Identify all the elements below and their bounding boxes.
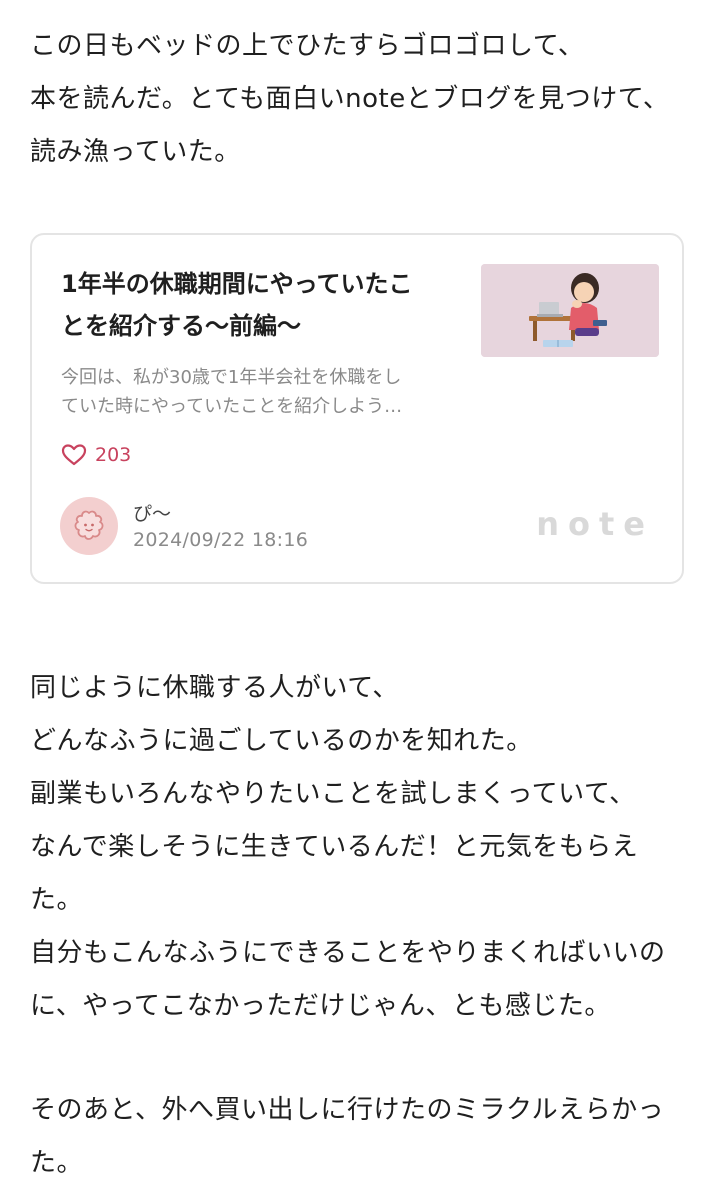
text-line: どんなふうに過ごしているのかを知れた。 xyxy=(30,726,533,756)
card-title-line: とを紹介する〜前編〜 xyxy=(61,312,301,340)
like-counter[interactable]: 203 xyxy=(61,440,131,470)
body-paragraph-2: 同じように休職する人がいて、 どんなふうに過ごしているのかを知れた。 副業もいろ… xyxy=(30,662,665,1033)
note-link-card[interactable]: 1年半の休職期間にやっていたこ とを紹介する〜前編〜 今回は、私が30歳で1年半… xyxy=(30,233,684,584)
card-excerpt-line: ていた時にやっていたことを紹介しよう… xyxy=(61,396,403,417)
text-line: 自分もこんなふうにできることをやりまくればいいの xyxy=(30,938,666,968)
text-line: 読み漁っていた。 xyxy=(30,137,241,167)
card-excerpt-line: 今回は、私が30歳で1年半会社を休職をし xyxy=(61,367,402,388)
text-line: なんで楽しそうに生きているんだ！と元気をもらえ xyxy=(30,832,639,862)
text-line: た。 xyxy=(30,885,84,915)
heart-outline-icon[interactable] xyxy=(61,443,87,467)
text-line: に、やってこなかっただけじゃん、とも感じた。 xyxy=(30,991,611,1021)
body-paragraph-1: この日もベッドの上でひたすらゴロゴロして、 本を読んだ。とても面白いnoteとブ… xyxy=(30,20,669,179)
card-title[interactable]: 1年半の休職期間にやっていたこ とを紹介する〜前編〜 xyxy=(61,263,461,347)
flower-avatar-icon xyxy=(74,510,104,540)
author-name[interactable]: ぴ〜 xyxy=(133,499,171,526)
text-line: 同じように休職する人がいて、 xyxy=(30,673,399,703)
like-count: 203 xyxy=(95,444,132,466)
card-excerpt: 今回は、私が30歳で1年半会社を休職をし ていた時にやっていたことを紹介しよう… xyxy=(61,363,461,421)
body-paragraph-3: そのあと、外へ買い出しに行けたのミラクルえらかっ た。 xyxy=(30,1084,664,1190)
author-avatar[interactable] xyxy=(60,497,118,555)
text-line: た。 xyxy=(30,1148,84,1178)
text-line: この日もベッドの上でひたすらゴロゴロして、 xyxy=(30,31,585,61)
thumbnail-illustration xyxy=(481,264,659,357)
card-thumbnail[interactable] xyxy=(481,264,659,357)
text-line: 本を読んだ。とても面白いnoteとブログを見つけて、 xyxy=(30,84,670,114)
post-date: 2024/09/22 18:16 xyxy=(133,529,309,551)
note-logo: note xyxy=(536,505,654,543)
card-title-line: 1年半の休職期間にやっていたこ xyxy=(61,270,413,298)
text-line: そのあと、外へ買い出しに行けたのミラクルえらかっ xyxy=(30,1095,665,1125)
text-line: 副業もいろんなやりたいことを試しまくっていて、 xyxy=(30,779,636,809)
